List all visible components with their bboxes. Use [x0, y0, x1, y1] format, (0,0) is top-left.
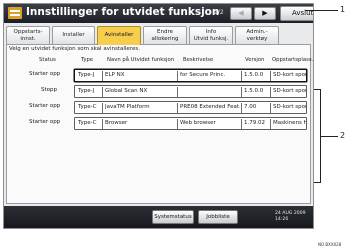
row-version: 1.5.0.0 — [244, 88, 264, 94]
triangle-left-icon: ◀ — [238, 9, 244, 17]
column-divider — [102, 71, 103, 81]
column-divider — [241, 71, 242, 81]
row-status: Starter opp — [29, 119, 61, 125]
tab-install[interactable]: Installer — [52, 26, 95, 44]
settings-list-icon — [8, 7, 22, 19]
row-type: Type-J — [78, 72, 95, 78]
header-name: Navn på Utvidet funksjon — [107, 57, 175, 63]
column-header-row: Status Type Navn på Utvidet funksjon Bes… — [7, 57, 314, 65]
tab-label: Avinstaller — [104, 32, 134, 38]
triangle-right-icon: ▶ — [262, 9, 268, 17]
row-type: Type-C — [78, 120, 97, 126]
column-divider — [270, 103, 271, 113]
system-status-button[interactable]: Systemstatus — [152, 210, 194, 224]
column-divider — [241, 103, 242, 113]
tab-admin-tools[interactable]: Admin.- verktøy — [235, 26, 279, 44]
tab-startup-settings[interactable]: Oppstarts- innst. — [6, 26, 50, 44]
date-time: 24 AUG 2009 14:26 — [275, 211, 306, 223]
row-startup-place: SD-kort spor 2 — [273, 88, 306, 94]
tab-extended-function-info[interactable]: Info Utvid funksj. — [189, 26, 233, 44]
extended-function-row-button[interactable]: Type-J ELP NX for Secure Princ. 1.5.0.0 … — [74, 69, 307, 82]
header-startup-place: Oppstartsplass. — [272, 57, 314, 63]
row-name: Browser — [105, 120, 128, 126]
column-divider — [270, 87, 271, 97]
extended-function-row-button[interactable]: Type-C JavaTM Platform PRE08 Extended Fe… — [74, 101, 307, 114]
row-description: Web browser — [180, 120, 216, 126]
row-version: 1.79.02 — [244, 120, 265, 126]
table-row: Starter opp Type-C JavaTM Platform PRE08… — [7, 101, 312, 114]
callout-1-number: 1 — [340, 5, 346, 14]
column-divider — [177, 71, 178, 81]
column-divider — [270, 71, 271, 81]
row-name: ELP NX — [105, 72, 125, 78]
row-type: Type-J — [78, 88, 95, 94]
callout-2-number: 2 — [340, 131, 346, 140]
header-description: Beskrivelse — [183, 57, 214, 63]
column-divider — [102, 103, 103, 113]
row-status: Starter opp — [29, 103, 61, 109]
tab-bar: Oppstarts- innst. Installer Avinstaller … — [6, 26, 311, 45]
tab-label-line2: innst. — [20, 35, 36, 42]
row-description: PRE08 Extended Feat... — [180, 104, 240, 110]
callout-2-leader — [321, 136, 338, 137]
column-divider — [102, 119, 103, 129]
column-divider — [177, 87, 178, 97]
page-indicator: 1/2 — [214, 9, 224, 16]
header-version: Versjon — [245, 57, 265, 63]
figure-code: NO BXX028 — [318, 242, 342, 247]
row-startup-place: Maskinens HD — [273, 120, 306, 126]
row-version: 1.5.0.0 — [244, 72, 264, 78]
row-status: Starter opp — [29, 71, 61, 77]
column-divider — [270, 119, 271, 129]
tab-label-line2: allokering — [151, 35, 179, 42]
next-page-button[interactable]: ▶ — [254, 7, 276, 20]
instruction-text: Velg en utvidet funksjon som skal avinst… — [9, 46, 140, 52]
window-title: Innstillinger for utvidet funksjon — [26, 6, 220, 18]
title-bar: Innstillinger for utvidet funksjon 1/2 ◀… — [4, 4, 313, 23]
time-text: 14:26 — [275, 217, 289, 222]
status-bar: Systemstatus Jobbliste 24 AUG 2009 14:26 — [4, 206, 313, 228]
callout-1-leader — [305, 10, 338, 11]
column-divider — [177, 119, 178, 129]
row-type: Type-C — [78, 104, 97, 110]
column-divider — [102, 87, 103, 97]
table-row: Starter opp Type-C Browser Web browser 1… — [7, 117, 312, 130]
row-startup-place: SD-kort spor 2 — [273, 104, 306, 110]
column-divider — [241, 87, 242, 97]
tab-uninstall[interactable]: Avinstaller — [97, 26, 141, 45]
row-status: Stopp — [41, 87, 57, 93]
row-description: for Secure Princ. — [180, 72, 226, 78]
job-list-button[interactable]: Jobbliste — [198, 210, 238, 224]
exit-button[interactable]: Avslutt — [280, 6, 313, 21]
tab-label-line2: Utvid funksj. — [193, 35, 229, 42]
app-screen: Innstillinger for utvidet funksjon 1/2 ◀… — [3, 3, 314, 229]
table-row: Stopp Type-J Global Scan NX 1.5.0.0 SD-k… — [7, 85, 312, 98]
table-row: Starter opp Type-J ELP NX for Secure Pri… — [7, 69, 312, 82]
extended-function-row-button[interactable]: Type-J Global Scan NX 1.5.0.0 SD-kort sp… — [74, 85, 307, 98]
callout-2-bracket — [314, 89, 321, 183]
column-divider — [241, 119, 242, 129]
tab-label: Installer — [62, 32, 85, 38]
header-status: Status — [39, 57, 56, 63]
row-name: Global Scan NX — [105, 88, 148, 94]
tab-label-line2: verktøy — [246, 35, 268, 42]
row-name: JavaTM Platform — [105, 104, 150, 110]
tab-change-allocation[interactable]: Endre allokering — [143, 26, 187, 44]
uninstall-panel: Velg en utvidet funksjon som skal avinst… — [6, 44, 314, 204]
extended-function-row-button[interactable]: Type-C Browser Web browser 1.79.02 Maski… — [74, 117, 307, 130]
row-startup-place: SD-kort spor 2 — [273, 72, 306, 78]
prev-page-button[interactable]: ◀ — [230, 7, 252, 20]
row-version: 7.00 — [244, 104, 257, 110]
header-type: Type — [81, 57, 94, 63]
column-divider — [177, 103, 178, 113]
